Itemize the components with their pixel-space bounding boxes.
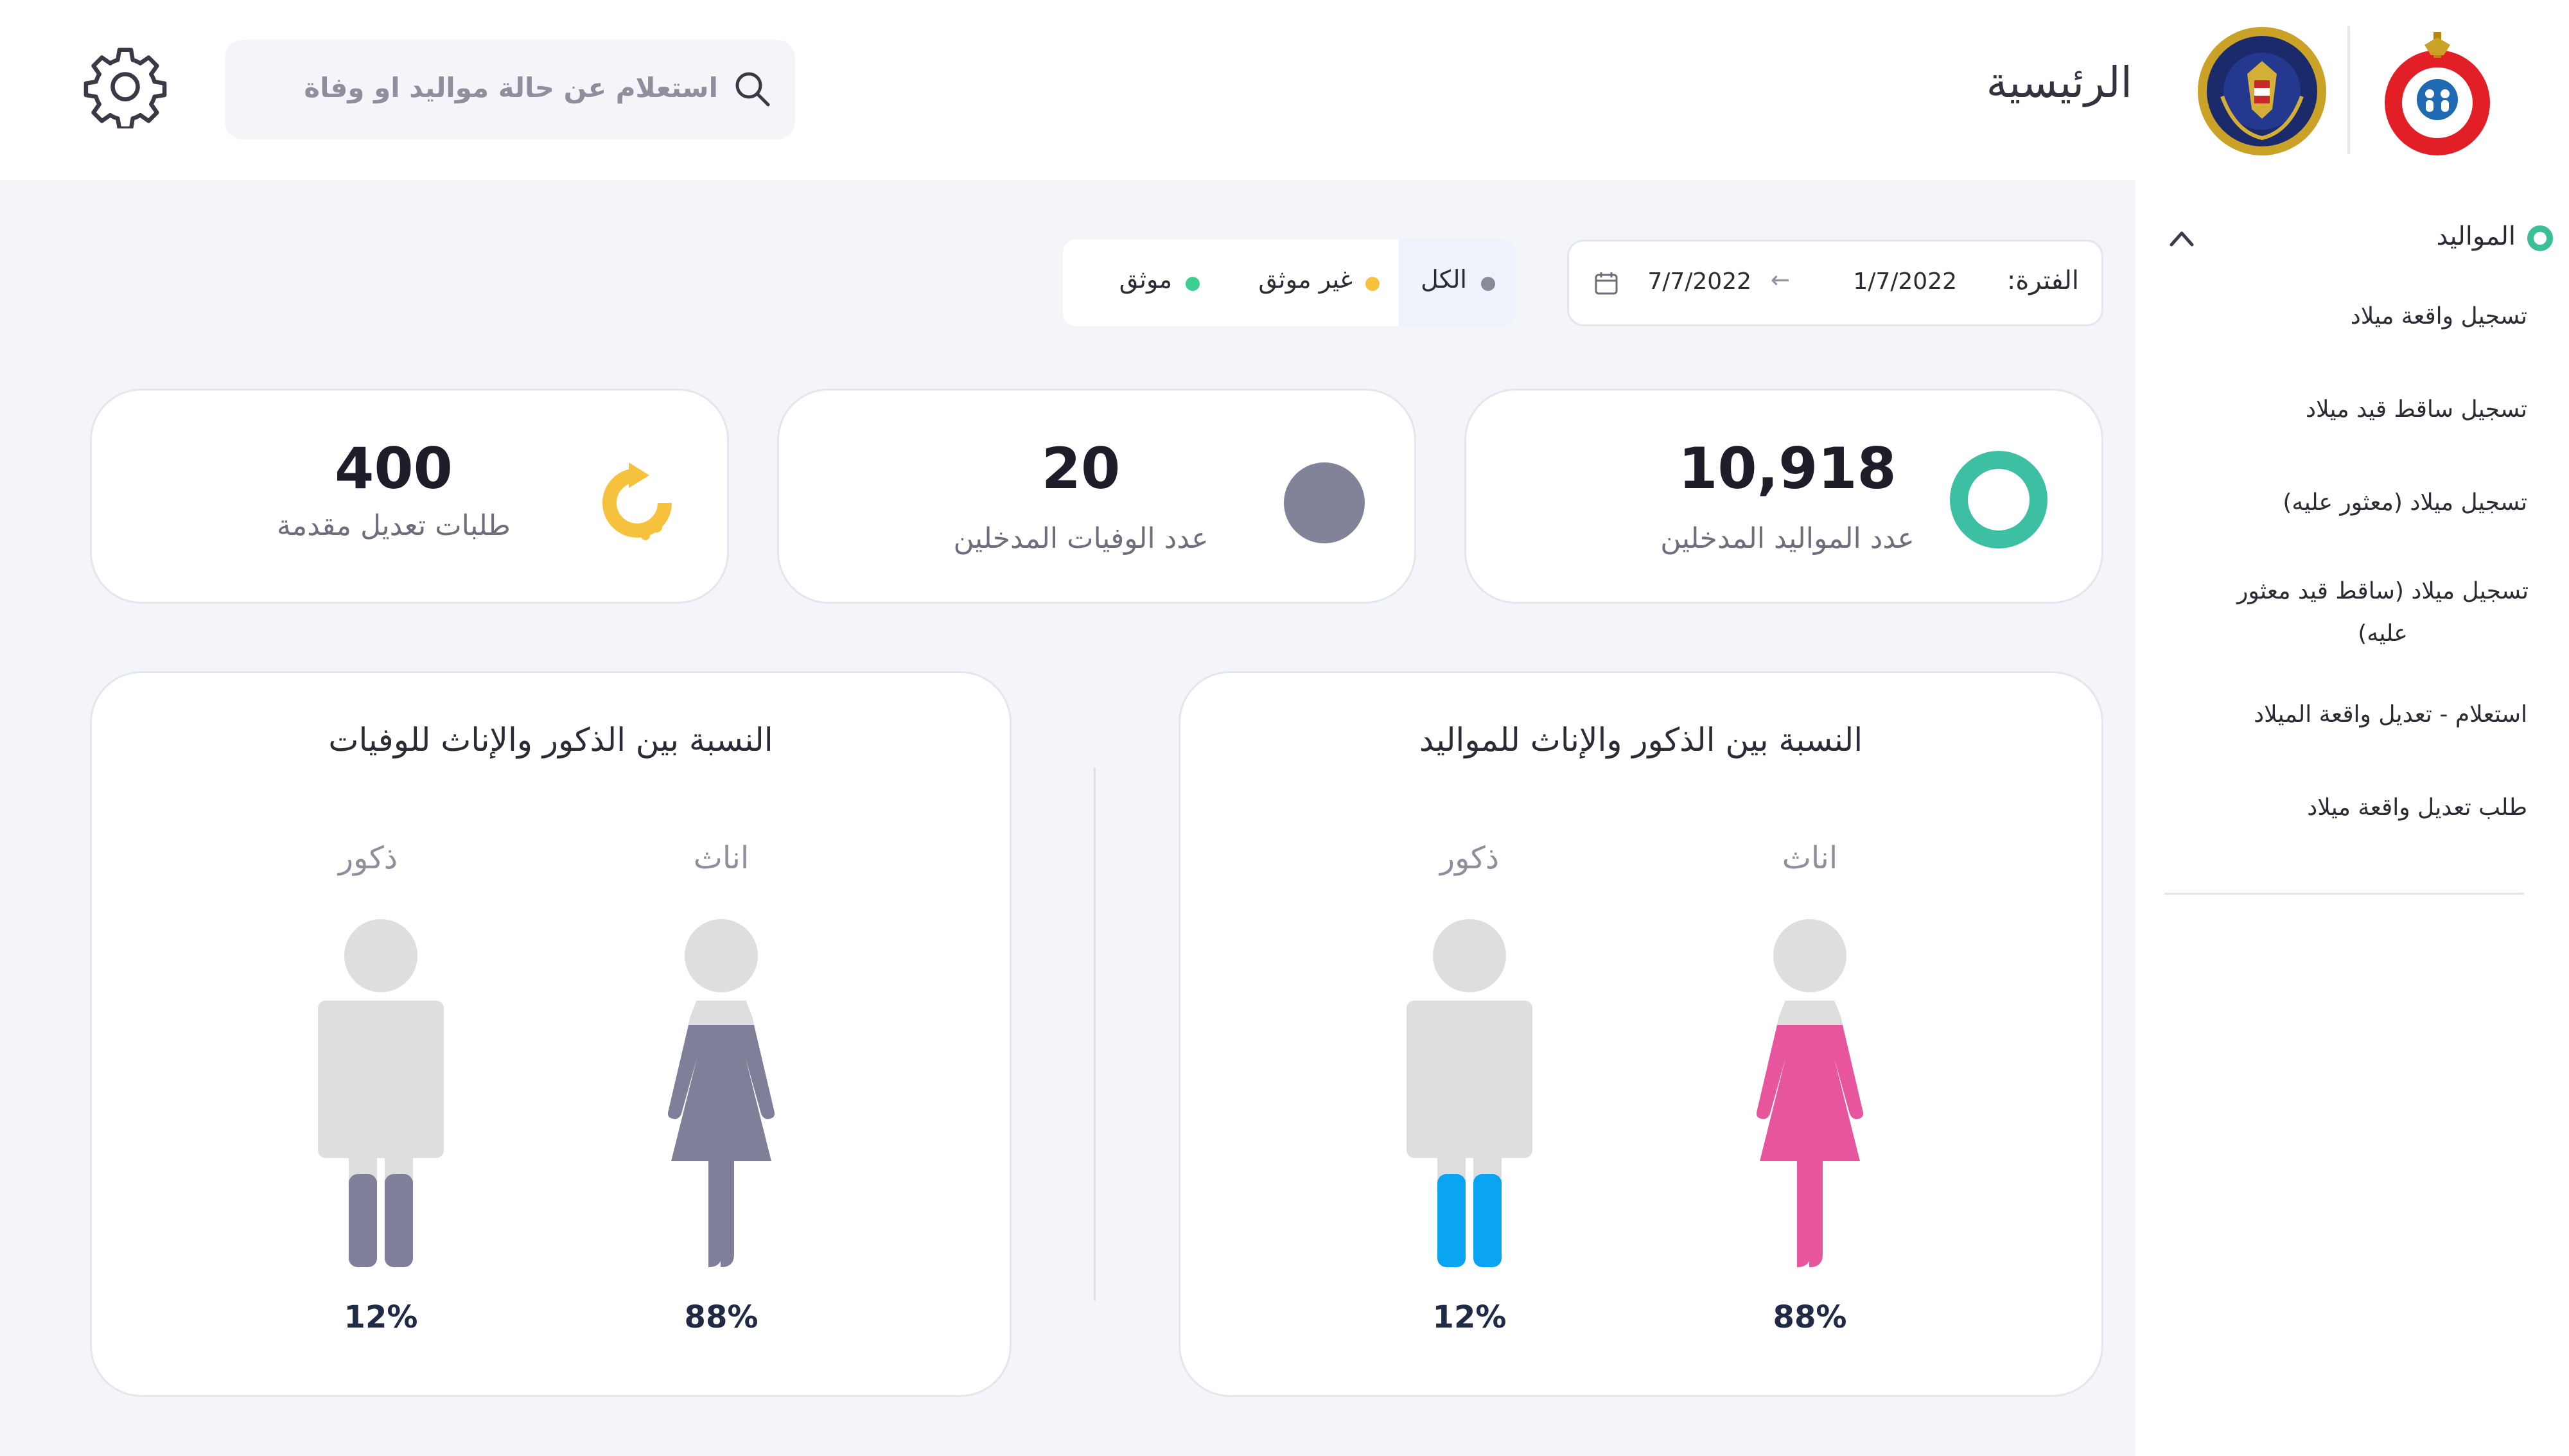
stat-value-edit-requests: 400 [335, 435, 453, 502]
status-label-undocumented: غير موثق [1258, 265, 1353, 294]
female-label-deaths: اناث [693, 840, 750, 876]
status-option-documented[interactable]: موثق [1063, 240, 1229, 326]
search-placeholder: استعلام عن حالة مواليد او وفاة [304, 72, 718, 103]
stat-card-edit-requests: 400 طلبات تعديل مقدمة [90, 389, 729, 604]
period-arrow: ← [1770, 267, 1790, 294]
sidebar-item-register-found-birth[interactable]: تسجيل ميلاد (معثور عليه) [2193, 482, 2527, 524]
chevron-up-icon[interactable] [2168, 227, 2196, 250]
ratio-card-births: النسبة بين الذكور والإناث للمواليد اناث … [1179, 671, 2103, 1397]
sidebar: المواليد تسجيل واقعة ميلاد تسجيل ساقط قي… [2135, 180, 2569, 1456]
search-icon[interactable] [732, 69, 773, 110]
female-pct-births: 88% [1773, 1299, 1847, 1335]
status-option-all[interactable]: الكل [1399, 240, 1516, 326]
male-figure-deaths [318, 919, 444, 1267]
status-filter: الكل غير موثق موثق [1063, 240, 1516, 326]
sidebar-section-label: المواليد [2436, 222, 2516, 251]
sidebar-item-request-edit-birth[interactable]: طلب تعديل واقعة ميلاد [2193, 787, 2527, 829]
status-dot-documented [1186, 277, 1200, 291]
ratio-card-deaths: النسبة بين الذكور والإناث للوفيات اناث ذ… [90, 671, 1012, 1397]
female-figure-deaths [667, 919, 775, 1267]
male-pct-deaths: 12% [344, 1299, 418, 1335]
section-dot-icon [2527, 225, 2553, 251]
male-label-deaths: ذكور [338, 840, 398, 876]
status-dot-undocumented [1365, 277, 1380, 291]
stat-card-deaths: 20 عدد الوفيات المدخلين [777, 389, 1416, 604]
ratio-title-births: النسبة بين الذكور والإناث للمواليد [1419, 721, 1863, 759]
sidebar-item-register-missed-found-birth[interactable]: تسجيل ميلاد (ساقط قيد معثور عليه) [2232, 570, 2534, 655]
female-label-births: اناث [1782, 840, 1838, 876]
sidebar-divider [2164, 893, 2524, 895]
period-filter[interactable]: الفترة: 1/7/2022 ← 7/7/2022 [1567, 240, 2103, 326]
period-from-date[interactable]: 1/7/2022 [1853, 268, 1957, 295]
stat-label-edit-requests: طلبات تعديل مقدمة [277, 509, 511, 542]
gear-icon[interactable] [83, 45, 167, 128]
female-pct-deaths: 88% [684, 1299, 758, 1335]
stat-card-births: 10,918 عدد المواليد المدخلين [1464, 389, 2103, 604]
status-dot-all [1481, 277, 1495, 291]
panels-divider [1094, 767, 1096, 1301]
stat-label-births: عدد المواليد المدخلين [1660, 522, 1915, 555]
calendar-icon[interactable] [1593, 270, 1619, 296]
male-label-births: ذكور [1439, 840, 1500, 876]
stat-value-deaths: 20 [1041, 435, 1121, 502]
sidebar-item-register-missed-birth[interactable]: تسجيل ساقط قيد ميلاد [2193, 389, 2527, 431]
male-figure-births [1407, 919, 1532, 1267]
ratio-title-deaths: النسبة بين الذكور والإناث للوفيات [328, 721, 773, 759]
refresh-icon [602, 462, 672, 540]
logo-divider [2347, 26, 2350, 154]
stat-label-deaths: عدد الوفيات المدخلين [953, 522, 1209, 555]
sidebar-item-register-birth[interactable]: تسجيل واقعة ميلاد [2193, 295, 2527, 338]
period-to-date[interactable]: 7/7/2022 [1647, 268, 1751, 295]
status-option-undocumented[interactable]: غير موثق [1229, 240, 1399, 326]
stat-value-births: 10,918 [1678, 435, 1897, 502]
circle-icon [1284, 462, 1365, 543]
sidebar-section-births[interactable]: المواليد [2168, 215, 2553, 267]
health-ministry-logo[interactable] [2380, 26, 2495, 161]
page-title: الرئيسية [1986, 58, 2132, 107]
interior-ministry-logo[interactable] [2196, 26, 2328, 157]
female-figure-births [1756, 919, 1864, 1267]
top-header: الرئيسية استعلام عن حالة مواليد او وفاة [0, 0, 2569, 180]
sidebar-item-inquiry-edit-birth[interactable]: استعلام - تعديل واقعة الميلاد [2193, 694, 2527, 736]
male-pct-births: 12% [1432, 1299, 1507, 1335]
period-label: الفترة: [2006, 266, 2079, 295]
status-label-documented: موثق [1119, 265, 1172, 294]
status-label-all: الكل [1421, 265, 1467, 294]
search-input[interactable]: استعلام عن حالة مواليد او وفاة [225, 40, 795, 139]
